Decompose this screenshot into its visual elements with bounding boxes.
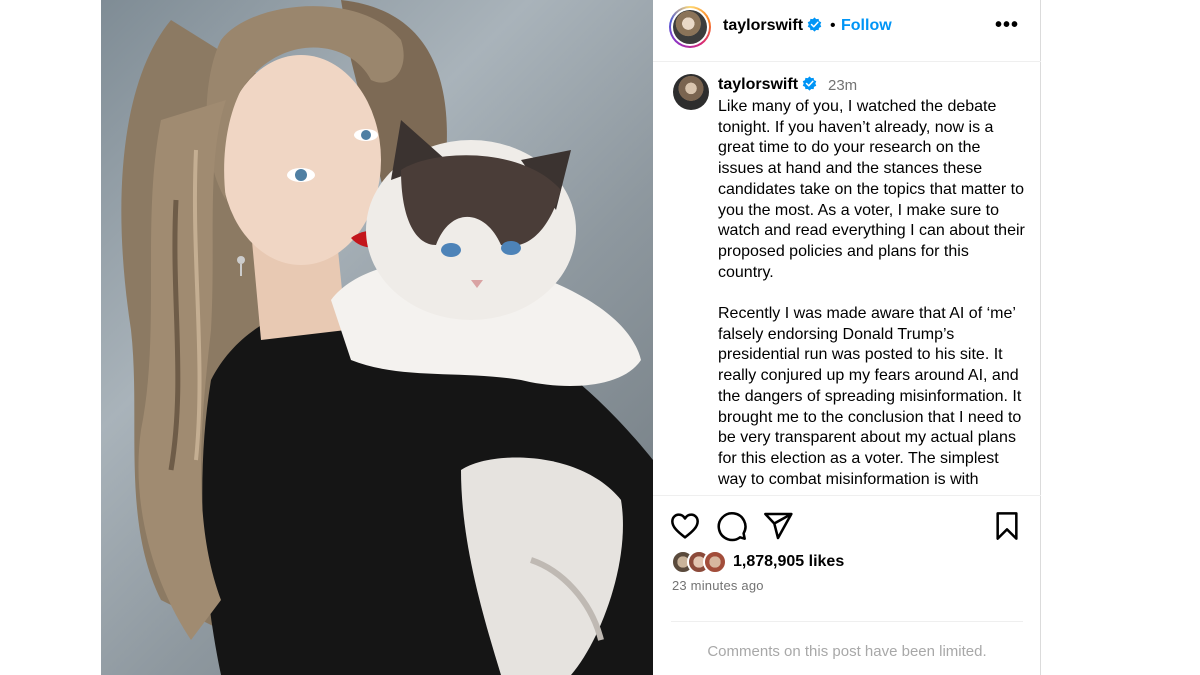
header-separator: • (830, 17, 836, 34)
comment-icon[interactable] (716, 510, 748, 542)
caption-scroll-area[interactable]: taylorswift 23m Like many of you, I watc… (653, 62, 1041, 496)
header-username[interactable]: taylorswift (723, 17, 822, 35)
post-header: taylorswift • Follow ••• (653, 0, 1041, 62)
likes-count[interactable]: 1,878,905 likes (733, 553, 844, 571)
more-options-icon[interactable]: ••• (995, 14, 1019, 37)
liker-avatar[interactable] (703, 550, 727, 574)
avatar[interactable] (673, 10, 707, 44)
caption-timestamp[interactable]: 23m (828, 77, 857, 94)
action-bar (653, 510, 1041, 546)
verified-badge-icon (802, 76, 817, 91)
caption-avatar[interactable] (673, 74, 709, 110)
caption-text: Like many of you, I watched the debate t… (718, 98, 1025, 488)
verified-badge-icon (807, 17, 822, 32)
post-image[interactable] (101, 0, 653, 675)
follow-button[interactable]: Follow (841, 17, 892, 35)
story-ring[interactable] (669, 6, 711, 48)
comments-limited-notice: Comments on this post have been limited. (707, 643, 987, 660)
header-username-text[interactable]: taylorswift (723, 17, 803, 34)
post-image-illustration (121, 0, 653, 675)
post-side-panel: taylorswift • Follow ••• taylorswift 23m… (653, 0, 1041, 675)
post-time-ago[interactable]: 23 minutes ago (672, 578, 764, 593)
share-icon[interactable] (762, 510, 794, 542)
heart-icon[interactable] (669, 510, 701, 542)
divider (671, 621, 1023, 622)
caption-username-text[interactable]: taylorswift (718, 76, 798, 93)
bookmark-icon[interactable] (991, 510, 1023, 542)
caption-username[interactable]: taylorswift (718, 76, 817, 94)
